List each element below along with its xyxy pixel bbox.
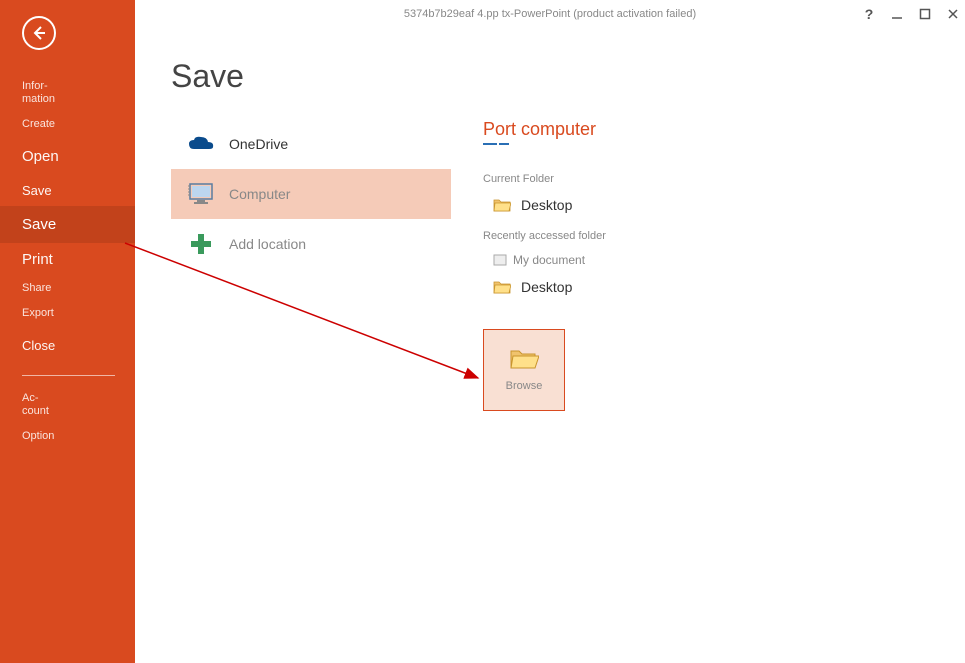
title-bar: 5374b7b29eaf 4.pp tx-PowerPoint (product… — [135, 0, 965, 28]
nav-create[interactable]: Create — [0, 112, 135, 137]
back-button[interactable] — [22, 16, 56, 50]
minimize-icon[interactable] — [889, 8, 905, 20]
computer-underline-icon — [483, 142, 509, 146]
folder-open-icon — [509, 348, 539, 370]
computer-panel: Port computer Current Folder Desktop Rec… — [483, 119, 743, 411]
computer-panel-title: Port computer — [483, 119, 743, 140]
current-folder-name: Desktop — [521, 197, 572, 213]
nav-save[interactable]: Save — [0, 175, 135, 206]
save-locations: OneDrive Computer Ad — [171, 119, 451, 411]
nav-share[interactable]: Share — [0, 276, 135, 301]
current-folder-desktop[interactable]: Desktop — [483, 193, 743, 223]
browse-label: Browse — [506, 380, 543, 392]
window-controls: ? — [861, 6, 961, 22]
window-title: 5374b7b29eaf 4.pp tx-PowerPoint (product… — [404, 8, 696, 20]
location-add[interactable]: Add location — [171, 219, 451, 269]
location-computer[interactable]: Computer — [171, 169, 451, 219]
add-location-icon — [187, 233, 215, 255]
close-icon[interactable] — [945, 8, 961, 20]
computer-icon — [187, 183, 215, 205]
nav-save-as[interactable]: Save — [0, 206, 135, 243]
main-panel: Save OneDrive — [135, 28, 965, 663]
nav-account[interactable]: Ac- count — [0, 386, 135, 424]
location-onedrive-label: OneDrive — [229, 136, 288, 152]
backstage-sidebar: Infor- mation Create Open Save Save Prin… — [0, 0, 135, 663]
nav-print[interactable]: Print — [0, 243, 135, 276]
recent-folder-label: Recently accessed folder — [483, 229, 743, 243]
help-icon[interactable]: ? — [861, 6, 877, 22]
recent-folder-name: Desktop — [521, 279, 572, 295]
recent-folder-desktop[interactable]: Desktop — [483, 273, 743, 305]
document-icon — [493, 254, 507, 266]
nav-close[interactable]: Close — [0, 326, 135, 365]
nav-options[interactable]: Option — [0, 424, 135, 449]
folder-icon — [493, 198, 511, 212]
location-computer-label: Computer — [229, 186, 290, 202]
current-folder-label: Current Folder — [483, 173, 743, 185]
nav-information[interactable]: Infor- mation — [0, 74, 135, 112]
restore-icon[interactable] — [917, 8, 933, 20]
browse-button[interactable]: Browse — [483, 329, 565, 411]
recent-my-document[interactable]: My document — [483, 251, 743, 273]
folder-icon — [493, 280, 511, 294]
recent-doc-label: My document — [513, 253, 585, 267]
page-title: Save — [171, 58, 965, 95]
nav-export[interactable]: Export — [0, 301, 135, 326]
nav-divider — [22, 375, 115, 376]
nav-open[interactable]: Open — [0, 138, 135, 175]
location-add-label: Add location — [229, 236, 306, 252]
onedrive-icon — [187, 133, 215, 155]
location-onedrive[interactable]: OneDrive — [171, 119, 451, 169]
